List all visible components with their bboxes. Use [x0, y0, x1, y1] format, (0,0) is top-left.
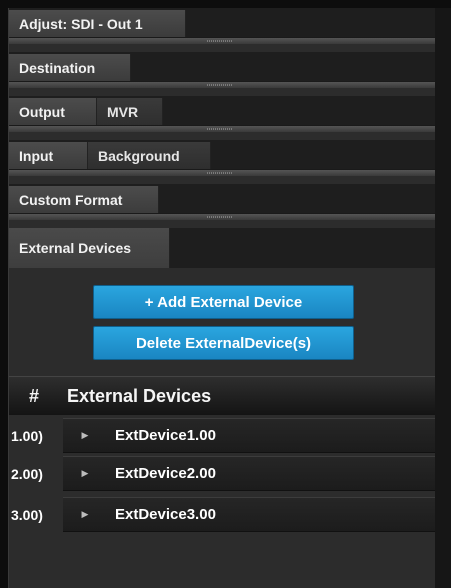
list-item[interactable]: 3.00) ▶ ExtDevice3.00: [9, 496, 435, 533]
expand-arrow-icon[interactable]: ▶: [63, 509, 107, 520]
device-name: ExtDevice1.00: [115, 427, 216, 444]
row-number: 3.00): [11, 506, 43, 523]
add-external-device-button[interactable]: + Add External Device: [93, 285, 354, 319]
divider: [9, 81, 435, 88]
delete-external-devices-button[interactable]: Delete ExternalDevice(s): [93, 326, 354, 360]
row-cell[interactable]: ▶ ExtDevice2.00: [63, 456, 435, 491]
tab-adjust-sdi-out[interactable]: Adjust: SDI - Out 1: [9, 10, 186, 38]
list-item[interactable]: 2.00) ▶ ExtDevice2.00: [9, 455, 435, 492]
divider: [9, 169, 435, 176]
device-name: ExtDevice2.00: [115, 465, 216, 482]
tab-destination[interactable]: Destination: [9, 54, 131, 82]
tab-mvr[interactable]: MVR: [97, 98, 163, 126]
row-number: 1.00): [11, 427, 43, 444]
column-name-header: External Devices: [67, 385, 212, 406]
tab-row-external-devices: External Devices: [9, 228, 435, 268]
list-item[interactable]: 1.00) ▶ ExtDevice1.00: [9, 417, 435, 454]
tab-row-destination: Destination: [9, 52, 435, 88]
tab-row-input: Input Background: [9, 140, 435, 176]
tab-output[interactable]: Output: [9, 98, 97, 126]
divider: [9, 213, 435, 220]
tab-row-custom-format: Custom Format: [9, 184, 435, 220]
external-devices-header: # External Devices: [9, 376, 435, 415]
expand-arrow-icon[interactable]: ▶: [63, 430, 107, 441]
tab-custom-format[interactable]: Custom Format: [9, 186, 159, 214]
scrollbar-track[interactable]: [434, 8, 451, 588]
column-number-header: #: [28, 385, 39, 406]
row-number: 2.00): [11, 465, 43, 482]
divider: [9, 37, 435, 44]
row-cell[interactable]: ▶ ExtDevice3.00: [63, 497, 435, 532]
row-cell[interactable]: ▶ ExtDevice1.00: [63, 418, 435, 453]
tab-input[interactable]: Input: [9, 142, 88, 170]
expand-arrow-icon[interactable]: ▶: [63, 468, 107, 479]
divider: [9, 125, 435, 132]
tab-background[interactable]: Background: [88, 142, 211, 170]
tab-external-devices[interactable]: External Devices: [9, 228, 170, 268]
tab-row-adjust: Adjust: SDI - Out 1: [9, 8, 435, 44]
adjust-panel: Adjust: SDI - Out 1 Destination Output M…: [8, 8, 435, 588]
device-name: ExtDevice3.00: [115, 506, 216, 523]
tab-row-output: Output MVR: [9, 96, 435, 132]
